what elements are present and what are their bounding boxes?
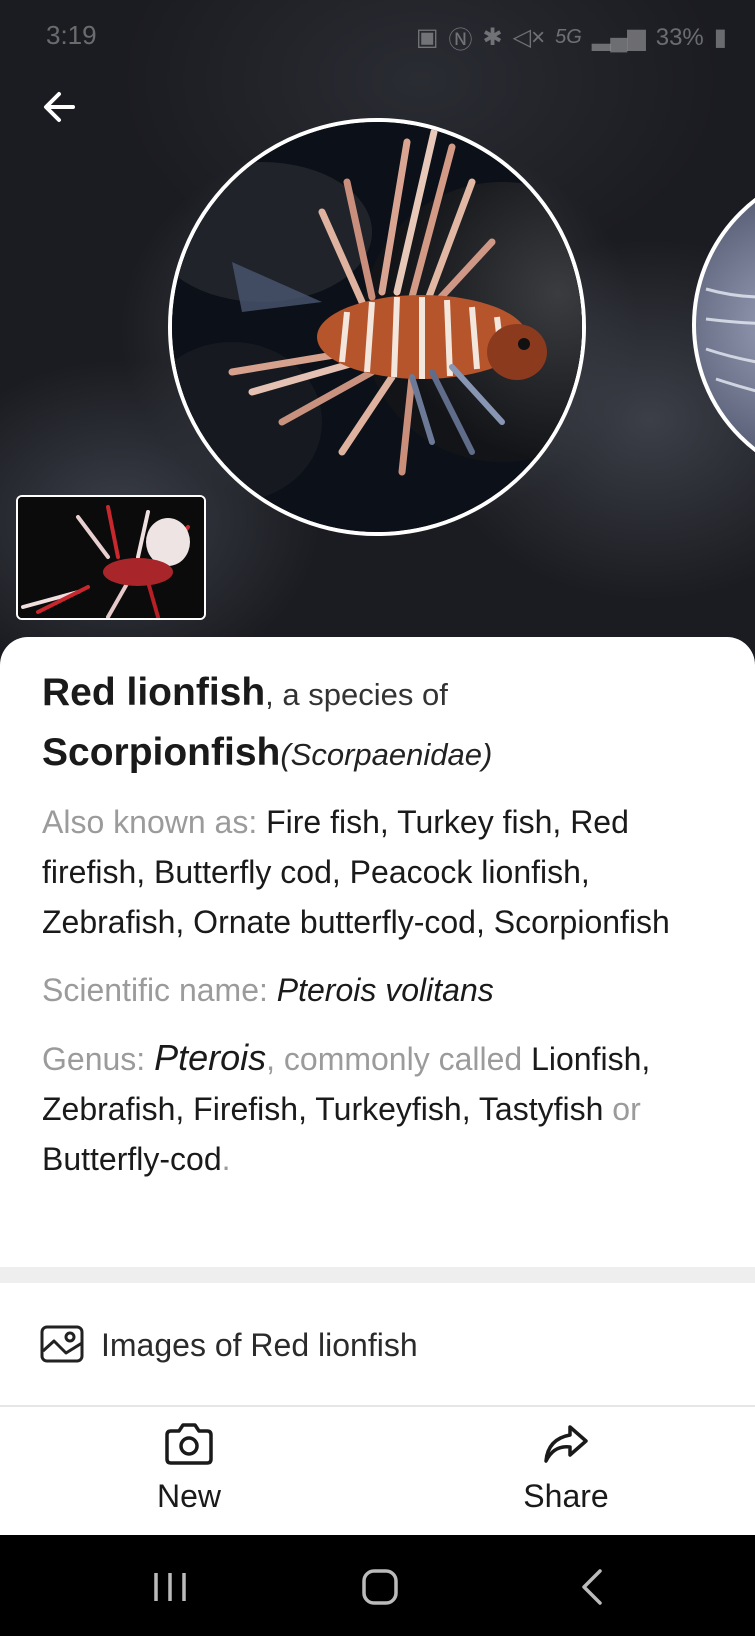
status-bar: 3:19 ▣ Ⓝ ✱ ◁× 5G ▂▄▆ 33% ▮ <box>0 0 755 72</box>
main-species-photo[interactable] <box>168 118 586 536</box>
thumbnail-illustration <box>18 497 204 618</box>
section-divider <box>0 1267 755 1283</box>
status-icons: ▣ Ⓝ ✱ ◁× 5G ▂▄▆ 33% ▮ <box>416 20 727 55</box>
scientific-name: Scientific name: Pterois volitans <box>42 965 722 1015</box>
mute-icon: ◁× <box>512 24 546 51</box>
home-icon[interactable] <box>358 1567 402 1607</box>
scientific-name-label: Scientific name: <box>42 972 277 1008</box>
images-of-species-row[interactable]: Images of Red lionfish <box>0 1283 755 1405</box>
family-common-name[interactable]: Scorpionfish <box>42 731 280 774</box>
also-known-as-label: Also known as: <box>42 804 267 840</box>
new-button[interactable]: New <box>89 1421 289 1515</box>
genus-period: . <box>221 1141 231 1177</box>
alarm-icon: ▣ <box>415 24 439 51</box>
species-facts: Also known as: Fire fish, Turkey fish, R… <box>42 797 722 1202</box>
thumbnail-selected[interactable] <box>16 495 206 620</box>
new-label: New <box>156 1478 221 1514</box>
signal-icon: ▂▄▆ <box>591 24 646 51</box>
battery-icon: ▮ <box>713 24 727 51</box>
also-known-as: Also known as: Fire fish, Turkey fish, R… <box>42 797 722 947</box>
chevron-left-icon[interactable] <box>572 1567 616 1607</box>
bluetooth-icon: ✱ <box>482 24 503 51</box>
system-navigation-bar <box>0 1535 755 1636</box>
genus-last-name: Butterfly-cod <box>42 1141 222 1177</box>
back-button[interactable] <box>34 82 84 132</box>
battery-level: 33% <box>655 23 704 51</box>
species-common-name: Red lionfish <box>42 671 266 714</box>
genus-commonly-called: , commonly called <box>266 1041 523 1077</box>
network-type: 5G <box>555 26 582 48</box>
genus-or-text: or <box>603 1091 641 1127</box>
scientific-name-value: Pterois volitans <box>276 972 494 1008</box>
species-of-text: , a species of <box>265 677 448 712</box>
species-info-sheet: Red lionfish, a species of Scorpionfish(… <box>0 637 755 1267</box>
genus-label: Genus: <box>42 1041 155 1077</box>
hero-image-area: 3:19 ▣ Ⓝ ✱ ◁× 5G ▂▄▆ 33% ▮ <box>0 0 755 660</box>
camera-icon <box>165 1423 213 1465</box>
image-gallery-icon <box>40 1325 84 1363</box>
genus-name[interactable]: Pterois <box>154 1037 266 1078</box>
next-photo-illustration <box>705 287 755 393</box>
family-scientific-name: (Scorpaenidae) <box>280 737 493 772</box>
genus-info: Genus: Pterois, commonly called Lionfish… <box>42 1033 722 1184</box>
share-button[interactable]: Share <box>466 1421 666 1515</box>
nfc-icon: Ⓝ <box>448 27 473 54</box>
share-icon <box>544 1425 588 1463</box>
species-title: Red lionfish, a species of Scorpionfish(… <box>42 667 722 787</box>
arrow-left-icon <box>44 92 75 122</box>
status-time: 3:19 <box>46 20 97 50</box>
bottom-action-bar: New Share <box>0 1405 755 1535</box>
next-species-photo[interactable] <box>692 165 755 485</box>
recents-icon[interactable] <box>148 1567 192 1607</box>
share-label: Share <box>523 1478 609 1514</box>
images-row-label: Images of Red lionfish <box>101 1327 418 1363</box>
lionfish-illustration <box>172 122 582 532</box>
